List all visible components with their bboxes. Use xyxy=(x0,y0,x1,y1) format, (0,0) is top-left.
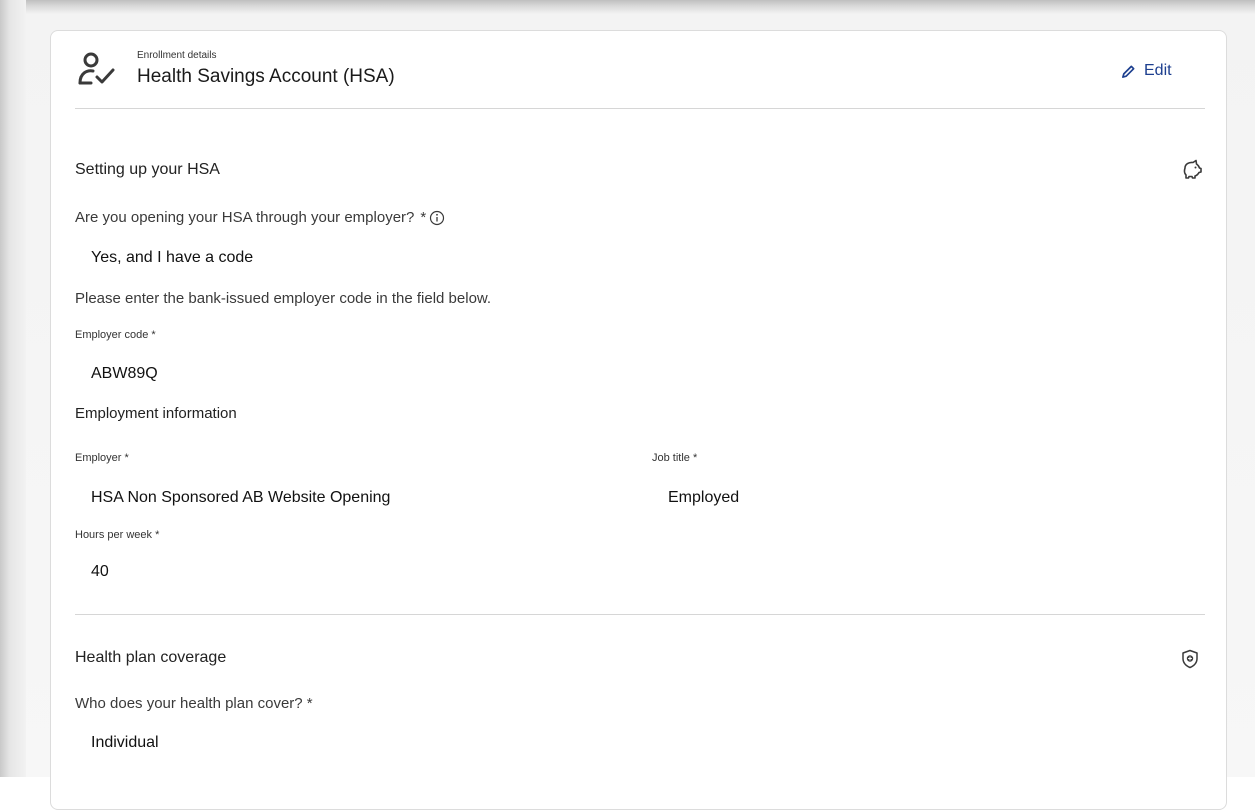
employer-value: HSA Non Sponsored AB Website Opening xyxy=(91,489,391,506)
info-icon[interactable] xyxy=(429,210,445,226)
hours-per-week-label: Hours per week * xyxy=(75,529,160,541)
header-divider xyxy=(75,108,1205,109)
page-backdrop-edge xyxy=(0,0,26,777)
edit-button[interactable]: Edit xyxy=(1121,59,1172,83)
header-eyebrow: Enrollment details xyxy=(137,50,217,61)
page-title: Health Savings Account (HSA) xyxy=(137,66,395,87)
pencil-icon xyxy=(1122,65,1135,78)
job-title-value: Employed xyxy=(668,489,740,506)
user-check-icon xyxy=(78,52,115,85)
employer-question-text: Are you opening your HSA through your em… xyxy=(75,209,415,226)
section-title-setup: Setting up your HSA xyxy=(75,161,220,178)
job-title-label: Job title * xyxy=(652,452,698,464)
employer-answer-value: Yes, and I have a code xyxy=(91,249,254,266)
hours-per-week-value: 40 xyxy=(91,563,109,580)
employer-question: Are you opening your HSA through your em… xyxy=(75,209,445,226)
card-header: Enrollment details Health Savings Accoun… xyxy=(51,31,1228,109)
enrollment-details-card: Enrollment details Health Savings Accoun… xyxy=(50,30,1227,810)
employer-label: Employer * xyxy=(75,452,129,464)
section-title-coverage: Health plan coverage xyxy=(75,649,227,666)
section-divider xyxy=(75,614,1205,615)
coverage-question: Who does your health plan cover? * xyxy=(75,695,313,712)
employer-code-value: ABW89Q xyxy=(91,365,158,382)
coverage-question-text: Who does your health plan cover? * xyxy=(75,695,313,712)
employer-code-label: Employer code * xyxy=(75,329,156,341)
required-mark: * xyxy=(420,209,427,226)
shield-plus-icon xyxy=(1182,649,1198,669)
employment-information-heading: Employment information xyxy=(75,405,237,422)
edit-button-label: Edit xyxy=(1144,62,1172,79)
piggy-bank-icon xyxy=(1183,159,1202,179)
employer-code-instruction: Please enter the bank-issued employer co… xyxy=(75,290,492,307)
coverage-answer-value: Individual xyxy=(91,734,159,751)
